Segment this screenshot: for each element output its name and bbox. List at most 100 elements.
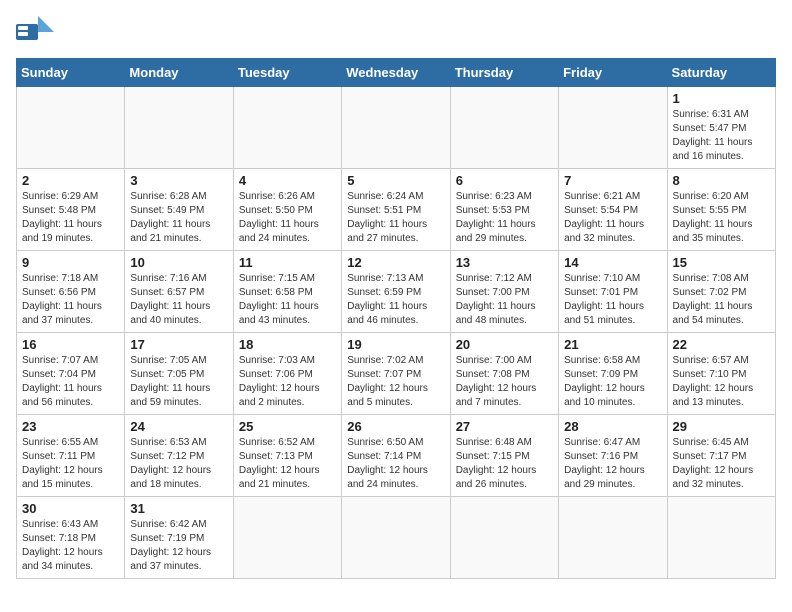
day-number: 9 xyxy=(22,255,119,270)
day-info: Sunrise: 7:08 AM Sunset: 7:02 PM Dayligh… xyxy=(673,272,770,328)
day-cell: 14 Sunrise: 7:10 AM Sunset: 7:01 PM Dayli… xyxy=(559,251,667,333)
day-info: Sunrise: 7:16 AM Sunset: 6:57 PM Dayligh… xyxy=(130,272,227,328)
day-cell: 15 Sunrise: 7:08 AM Sunset: 7:02 PM Dayli… xyxy=(667,251,775,333)
day-info: Sunrise: 7:00 AM Sunset: 7:08 PM Dayligh… xyxy=(456,354,553,410)
day-cell: 9 Sunrise: 7:18 AM Sunset: 6:56 PM Daylig… xyxy=(17,251,125,333)
day-info: Sunrise: 7:12 AM Sunset: 7:00 PM Dayligh… xyxy=(456,272,553,328)
day-info: Sunrise: 6:45 AM Sunset: 7:17 PM Dayligh… xyxy=(673,436,770,492)
day-cell xyxy=(450,497,558,579)
day-info: Sunrise: 6:47 AM Sunset: 7:16 PM Dayligh… xyxy=(564,436,661,492)
week-row-4: 23 Sunrise: 6:55 AM Sunset: 7:11 PM Dayli… xyxy=(17,415,776,497)
day-cell: 3Sunrise: 6:28 AM Sunset: 5:49 PM Daylig… xyxy=(125,169,233,251)
day-cell xyxy=(559,497,667,579)
day-info: Sunrise: 7:15 AM Sunset: 6:58 PM Dayligh… xyxy=(239,272,336,328)
day-cell: 28 Sunrise: 6:47 AM Sunset: 7:16 PM Dayli… xyxy=(559,415,667,497)
day-info: Sunrise: 7:07 AM Sunset: 7:04 PM Dayligh… xyxy=(22,354,119,410)
day-info: Sunrise: 6:42 AM Sunset: 7:19 PM Dayligh… xyxy=(130,518,227,574)
day-number: 30 xyxy=(22,501,119,516)
day-info: Sunrise: 6:43 AM Sunset: 7:18 PM Dayligh… xyxy=(22,518,119,574)
day-info: Sunrise: 6:28 AM Sunset: 5:49 PM Dayligh… xyxy=(130,190,227,246)
day-info: Sunrise: 7:10 AM Sunset: 7:01 PM Dayligh… xyxy=(564,272,661,328)
day-cell: 13 Sunrise: 7:12 AM Sunset: 7:00 PM Dayli… xyxy=(450,251,558,333)
day-info: Sunrise: 6:20 AM Sunset: 5:55 PM Dayligh… xyxy=(673,190,770,246)
day-info: Sunrise: 6:52 AM Sunset: 7:13 PM Dayligh… xyxy=(239,436,336,492)
day-cell: 19 Sunrise: 7:02 AM Sunset: 7:07 PM Dayli… xyxy=(342,333,450,415)
day-cell: 17Sunrise: 7:05 AM Sunset: 7:05 PM Dayli… xyxy=(125,333,233,415)
day-cell xyxy=(342,87,450,169)
day-number: 25 xyxy=(239,419,336,434)
day-cell: 6 Sunrise: 6:23 AM Sunset: 5:53 PM Daylig… xyxy=(450,169,558,251)
day-cell: 16 Sunrise: 7:07 AM Sunset: 7:04 PM Dayli… xyxy=(17,333,125,415)
day-cell xyxy=(17,87,125,169)
day-number: 12 xyxy=(347,255,444,270)
day-info: Sunrise: 6:58 AM Sunset: 7:09 PM Dayligh… xyxy=(564,354,661,410)
calendar-body: 1 Sunrise: 6:31 AM Sunset: 5:47 PM Daylig… xyxy=(17,87,776,579)
logo xyxy=(16,16,58,48)
day-cell xyxy=(450,87,558,169)
day-number: 5 xyxy=(347,173,444,188)
day-number: 14 xyxy=(564,255,661,270)
day-header-tuesday: Tuesday xyxy=(233,59,341,87)
day-cell: 20 Sunrise: 7:00 AM Sunset: 7:08 PM Dayli… xyxy=(450,333,558,415)
calendar-table: SundayMondayTuesdayWednesdayThursdayFrid… xyxy=(16,58,776,579)
day-cell: 21 Sunrise: 6:58 AM Sunset: 7:09 PM Dayli… xyxy=(559,333,667,415)
day-info: Sunrise: 7:18 AM Sunset: 6:56 PM Dayligh… xyxy=(22,272,119,328)
day-number: 29 xyxy=(673,419,770,434)
day-number: 23 xyxy=(22,419,119,434)
day-info: Sunrise: 6:29 AM Sunset: 5:48 PM Dayligh… xyxy=(22,190,119,246)
day-number: 10 xyxy=(130,255,227,270)
week-row-5: 30 Sunrise: 6:43 AM Sunset: 7:18 PM Dayli… xyxy=(17,497,776,579)
day-info: Sunrise: 6:50 AM Sunset: 7:14 PM Dayligh… xyxy=(347,436,444,492)
day-cell xyxy=(559,87,667,169)
day-number: 7 xyxy=(564,173,661,188)
day-info: Sunrise: 6:24 AM Sunset: 5:51 PM Dayligh… xyxy=(347,190,444,246)
day-number: 26 xyxy=(347,419,444,434)
day-number: 13 xyxy=(456,255,553,270)
day-info: Sunrise: 6:57 AM Sunset: 7:10 PM Dayligh… xyxy=(673,354,770,410)
day-cell: 25 Sunrise: 6:52 AM Sunset: 7:13 PM Dayli… xyxy=(233,415,341,497)
day-cell: 23 Sunrise: 6:55 AM Sunset: 7:11 PM Dayli… xyxy=(17,415,125,497)
day-cell: 26 Sunrise: 6:50 AM Sunset: 7:14 PM Dayli… xyxy=(342,415,450,497)
day-cell: 8 Sunrise: 6:20 AM Sunset: 5:55 PM Daylig… xyxy=(667,169,775,251)
day-info: Sunrise: 6:53 AM Sunset: 7:12 PM Dayligh… xyxy=(130,436,227,492)
day-cell: 31Sunrise: 6:42 AM Sunset: 7:19 PM Dayli… xyxy=(125,497,233,579)
week-row-3: 16 Sunrise: 7:07 AM Sunset: 7:04 PM Dayli… xyxy=(17,333,776,415)
day-cell: 5 Sunrise: 6:24 AM Sunset: 5:51 PM Daylig… xyxy=(342,169,450,251)
day-cell: 1 Sunrise: 6:31 AM Sunset: 5:47 PM Daylig… xyxy=(667,87,775,169)
day-info: Sunrise: 6:23 AM Sunset: 5:53 PM Dayligh… xyxy=(456,190,553,246)
day-cell: 2Sunrise: 6:29 AM Sunset: 5:48 PM Daylig… xyxy=(17,169,125,251)
day-info: Sunrise: 6:31 AM Sunset: 5:47 PM Dayligh… xyxy=(673,108,770,164)
day-number: 8 xyxy=(673,173,770,188)
day-number: 17 xyxy=(130,337,227,352)
day-number: 24 xyxy=(130,419,227,434)
day-header-wednesday: Wednesday xyxy=(342,59,450,87)
day-cell xyxy=(342,497,450,579)
day-number: 15 xyxy=(673,255,770,270)
day-cell: 22Sunrise: 6:57 AM Sunset: 7:10 PM Dayli… xyxy=(667,333,775,415)
day-header-friday: Friday xyxy=(559,59,667,87)
day-number: 21 xyxy=(564,337,661,352)
day-number: 6 xyxy=(456,173,553,188)
day-info: Sunrise: 7:03 AM Sunset: 7:06 PM Dayligh… xyxy=(239,354,336,410)
day-number: 20 xyxy=(456,337,553,352)
day-info: Sunrise: 7:02 AM Sunset: 7:07 PM Dayligh… xyxy=(347,354,444,410)
day-cell: 30 Sunrise: 6:43 AM Sunset: 7:18 PM Dayli… xyxy=(17,497,125,579)
day-info: Sunrise: 6:55 AM Sunset: 7:11 PM Dayligh… xyxy=(22,436,119,492)
day-cell: 7 Sunrise: 6:21 AM Sunset: 5:54 PM Daylig… xyxy=(559,169,667,251)
day-number: 1 xyxy=(673,91,770,106)
day-header-saturday: Saturday xyxy=(667,59,775,87)
day-number: 28 xyxy=(564,419,661,434)
day-number: 19 xyxy=(347,337,444,352)
day-cell: 4Sunrise: 6:26 AM Sunset: 5:50 PM Daylig… xyxy=(233,169,341,251)
day-number: 16 xyxy=(22,337,119,352)
day-cell: 24 Sunrise: 6:53 AM Sunset: 7:12 PM Dayli… xyxy=(125,415,233,497)
day-info: Sunrise: 6:21 AM Sunset: 5:54 PM Dayligh… xyxy=(564,190,661,246)
day-cell xyxy=(125,87,233,169)
day-number: 27 xyxy=(456,419,553,434)
day-cell: 11 Sunrise: 7:15 AM Sunset: 6:58 PM Dayli… xyxy=(233,251,341,333)
day-number: 11 xyxy=(239,255,336,270)
week-row-2: 9 Sunrise: 7:18 AM Sunset: 6:56 PM Daylig… xyxy=(17,251,776,333)
day-cell: 12Sunrise: 7:13 AM Sunset: 6:59 PM Dayli… xyxy=(342,251,450,333)
day-header-sunday: Sunday xyxy=(17,59,125,87)
day-cell xyxy=(667,497,775,579)
